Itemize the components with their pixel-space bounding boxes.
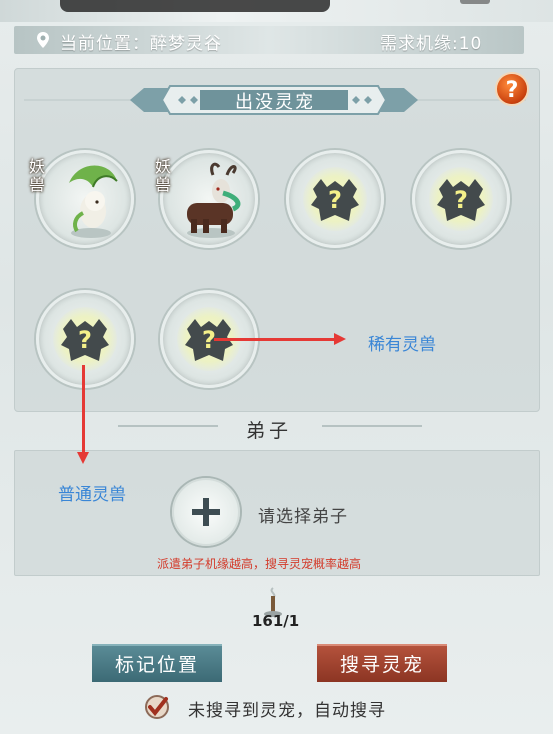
unknown-beast-icon: ?	[437, 179, 485, 221]
mark-location-button[interactable]: 标记位置	[92, 644, 222, 682]
leaf-sprite-creature	[69, 165, 118, 238]
svg-text:?: ?	[78, 326, 92, 354]
deer-beast-creature	[187, 162, 241, 238]
rare-annotation-arrowhead	[334, 333, 346, 345]
rare-beast-note: 稀有灵兽	[368, 335, 436, 355]
auto-search-checkbox[interactable]	[144, 694, 170, 720]
top-right-decoration	[460, 0, 490, 4]
choose-disciple-label: 请选择弟子	[258, 507, 348, 527]
current-location: 当前位置：醉梦灵谷	[60, 34, 222, 54]
pet-slot-4-unknown[interactable]: ?	[412, 150, 510, 248]
disciple-hint: 派遣弟子机缘越高，搜寻灵宠概率越高	[157, 557, 362, 571]
incense-count: 161/1	[252, 612, 300, 630]
auto-search-label: 未搜寻到灵宠，自动搜寻	[188, 701, 386, 721]
beast-tag: 妖兽	[154, 157, 171, 194]
beast-tag: 妖兽	[28, 157, 45, 194]
common-annotation-arrowhead	[77, 452, 89, 464]
title-ink-decoration	[60, 0, 330, 12]
common-beast-note: 普通灵兽	[58, 485, 126, 505]
rare-annotation-arrow	[214, 338, 342, 341]
pet-slot-3-unknown[interactable]: ?	[286, 150, 384, 248]
plus-icon-bar	[192, 509, 220, 515]
unknown-beast-icon: ?	[61, 319, 109, 361]
location-pin-icon	[37, 32, 49, 48]
common-annotation-arrow	[82, 365, 85, 455]
svg-text:?: ?	[328, 186, 342, 214]
required-fortune: 需求机缘:10	[380, 34, 483, 54]
pet-slot-1[interactable]	[36, 150, 134, 248]
search-pet-button[interactable]: 搜寻灵宠	[317, 644, 447, 682]
help-button[interactable]: ?	[495, 72, 529, 106]
disciple-title: 弟子	[246, 420, 293, 442]
disciple-ornament-right	[322, 425, 422, 427]
pet-slot-5-unknown[interactable]: ?	[36, 290, 134, 388]
ribbon-line-left	[24, 99, 134, 101]
disciple-ornament-left	[118, 425, 218, 427]
section-title: 出没灵宠	[235, 92, 315, 113]
unknown-beast-icon: ?	[311, 179, 359, 221]
svg-text:?: ?	[454, 186, 468, 214]
